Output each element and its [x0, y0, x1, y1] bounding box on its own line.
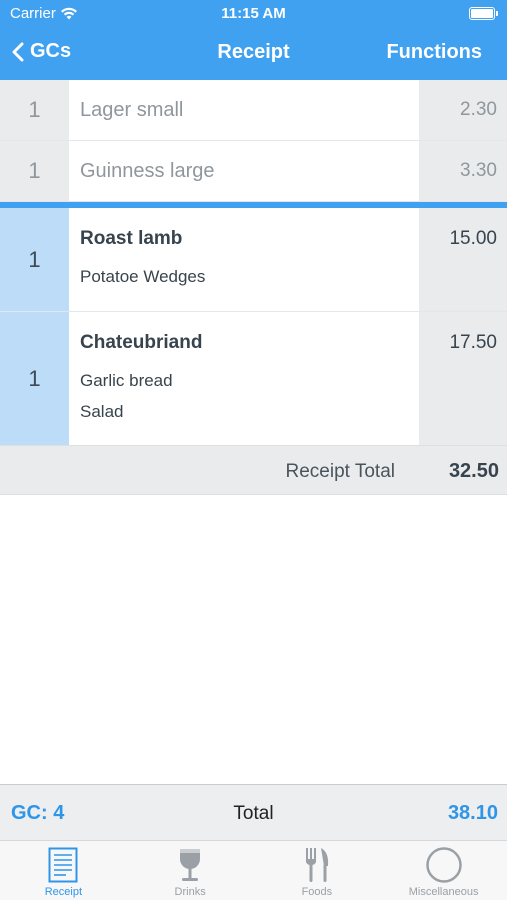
- item-details: Chateubriand Garlic bread Salad: [69, 312, 419, 445]
- item-quantity: 1: [0, 208, 69, 311]
- tab-foods[interactable]: Foods: [254, 841, 381, 900]
- receipt-icon: [48, 847, 78, 883]
- food-row[interactable]: 1 Chateubriand Garlic bread Salad 17.50: [0, 312, 507, 445]
- drink-row[interactable]: 1 Guinness large 3.30: [0, 141, 507, 202]
- item-name: Roast lamb: [80, 228, 183, 249]
- item-name: Lager small: [69, 80, 419, 140]
- tab-label: Foods: [301, 886, 333, 898]
- item-quantity: 1: [0, 80, 69, 140]
- total-label: Total: [233, 803, 274, 824]
- receipt-total-value: 32.50: [448, 460, 499, 482]
- tab-label: Miscellaneous: [408, 886, 479, 898]
- tab-bar: Receipt Drinks Foods Miscellaneous: [0, 841, 507, 900]
- item-price: 2.30: [419, 80, 507, 140]
- drink-row[interactable]: 1 Lager small 2.30: [0, 80, 507, 141]
- receipt-total-row: Receipt Total 32.50: [0, 445, 507, 495]
- tab-receipt[interactable]: Receipt: [0, 841, 127, 900]
- tab-label: Receipt: [44, 886, 83, 898]
- status-bar: Carrier 11:15 AM: [0, 0, 507, 28]
- item-addon: Garlic bread: [80, 371, 173, 390]
- functions-button[interactable]: Functions: [386, 41, 482, 64]
- item-name: Chateubriand: [80, 332, 203, 353]
- navigation-bar: GCs Receipt Functions: [0, 28, 507, 80]
- receipt-list: 1 Lager small 2.30 1 Guinness large 3.30…: [0, 80, 507, 495]
- item-price: 3.30: [419, 141, 507, 201]
- total-value: 38.10: [447, 802, 498, 824]
- item-quantity: 1: [0, 312, 69, 445]
- item-addon: Salad: [80, 402, 124, 421]
- tab-drinks[interactable]: Drinks: [127, 841, 254, 900]
- item-price: 17.50: [419, 312, 507, 445]
- tab-miscellaneous[interactable]: Miscellaneous: [380, 841, 507, 900]
- receipt-total-label: Receipt Total: [285, 461, 396, 482]
- item-price: 15.00: [419, 208, 507, 311]
- tab-label: Drinks: [174, 886, 206, 898]
- fork-knife-icon: [305, 848, 328, 882]
- battery-icon: [469, 7, 498, 20]
- circle-icon: [425, 847, 462, 883]
- wine-glass-icon: [180, 849, 201, 881]
- item-quantity: 1: [0, 141, 69, 201]
- food-row[interactable]: 1 Roast lamb Potatoe Wedges 15.00: [0, 208, 507, 312]
- item-addon: Potatoe Wedges: [80, 267, 206, 286]
- total-bar: GC: 4 Total 38.10: [0, 784, 507, 841]
- item-name: Guinness large: [69, 141, 419, 201]
- item-details: Roast lamb Potatoe Wedges: [69, 208, 419, 311]
- status-time: 11:15 AM: [221, 5, 286, 22]
